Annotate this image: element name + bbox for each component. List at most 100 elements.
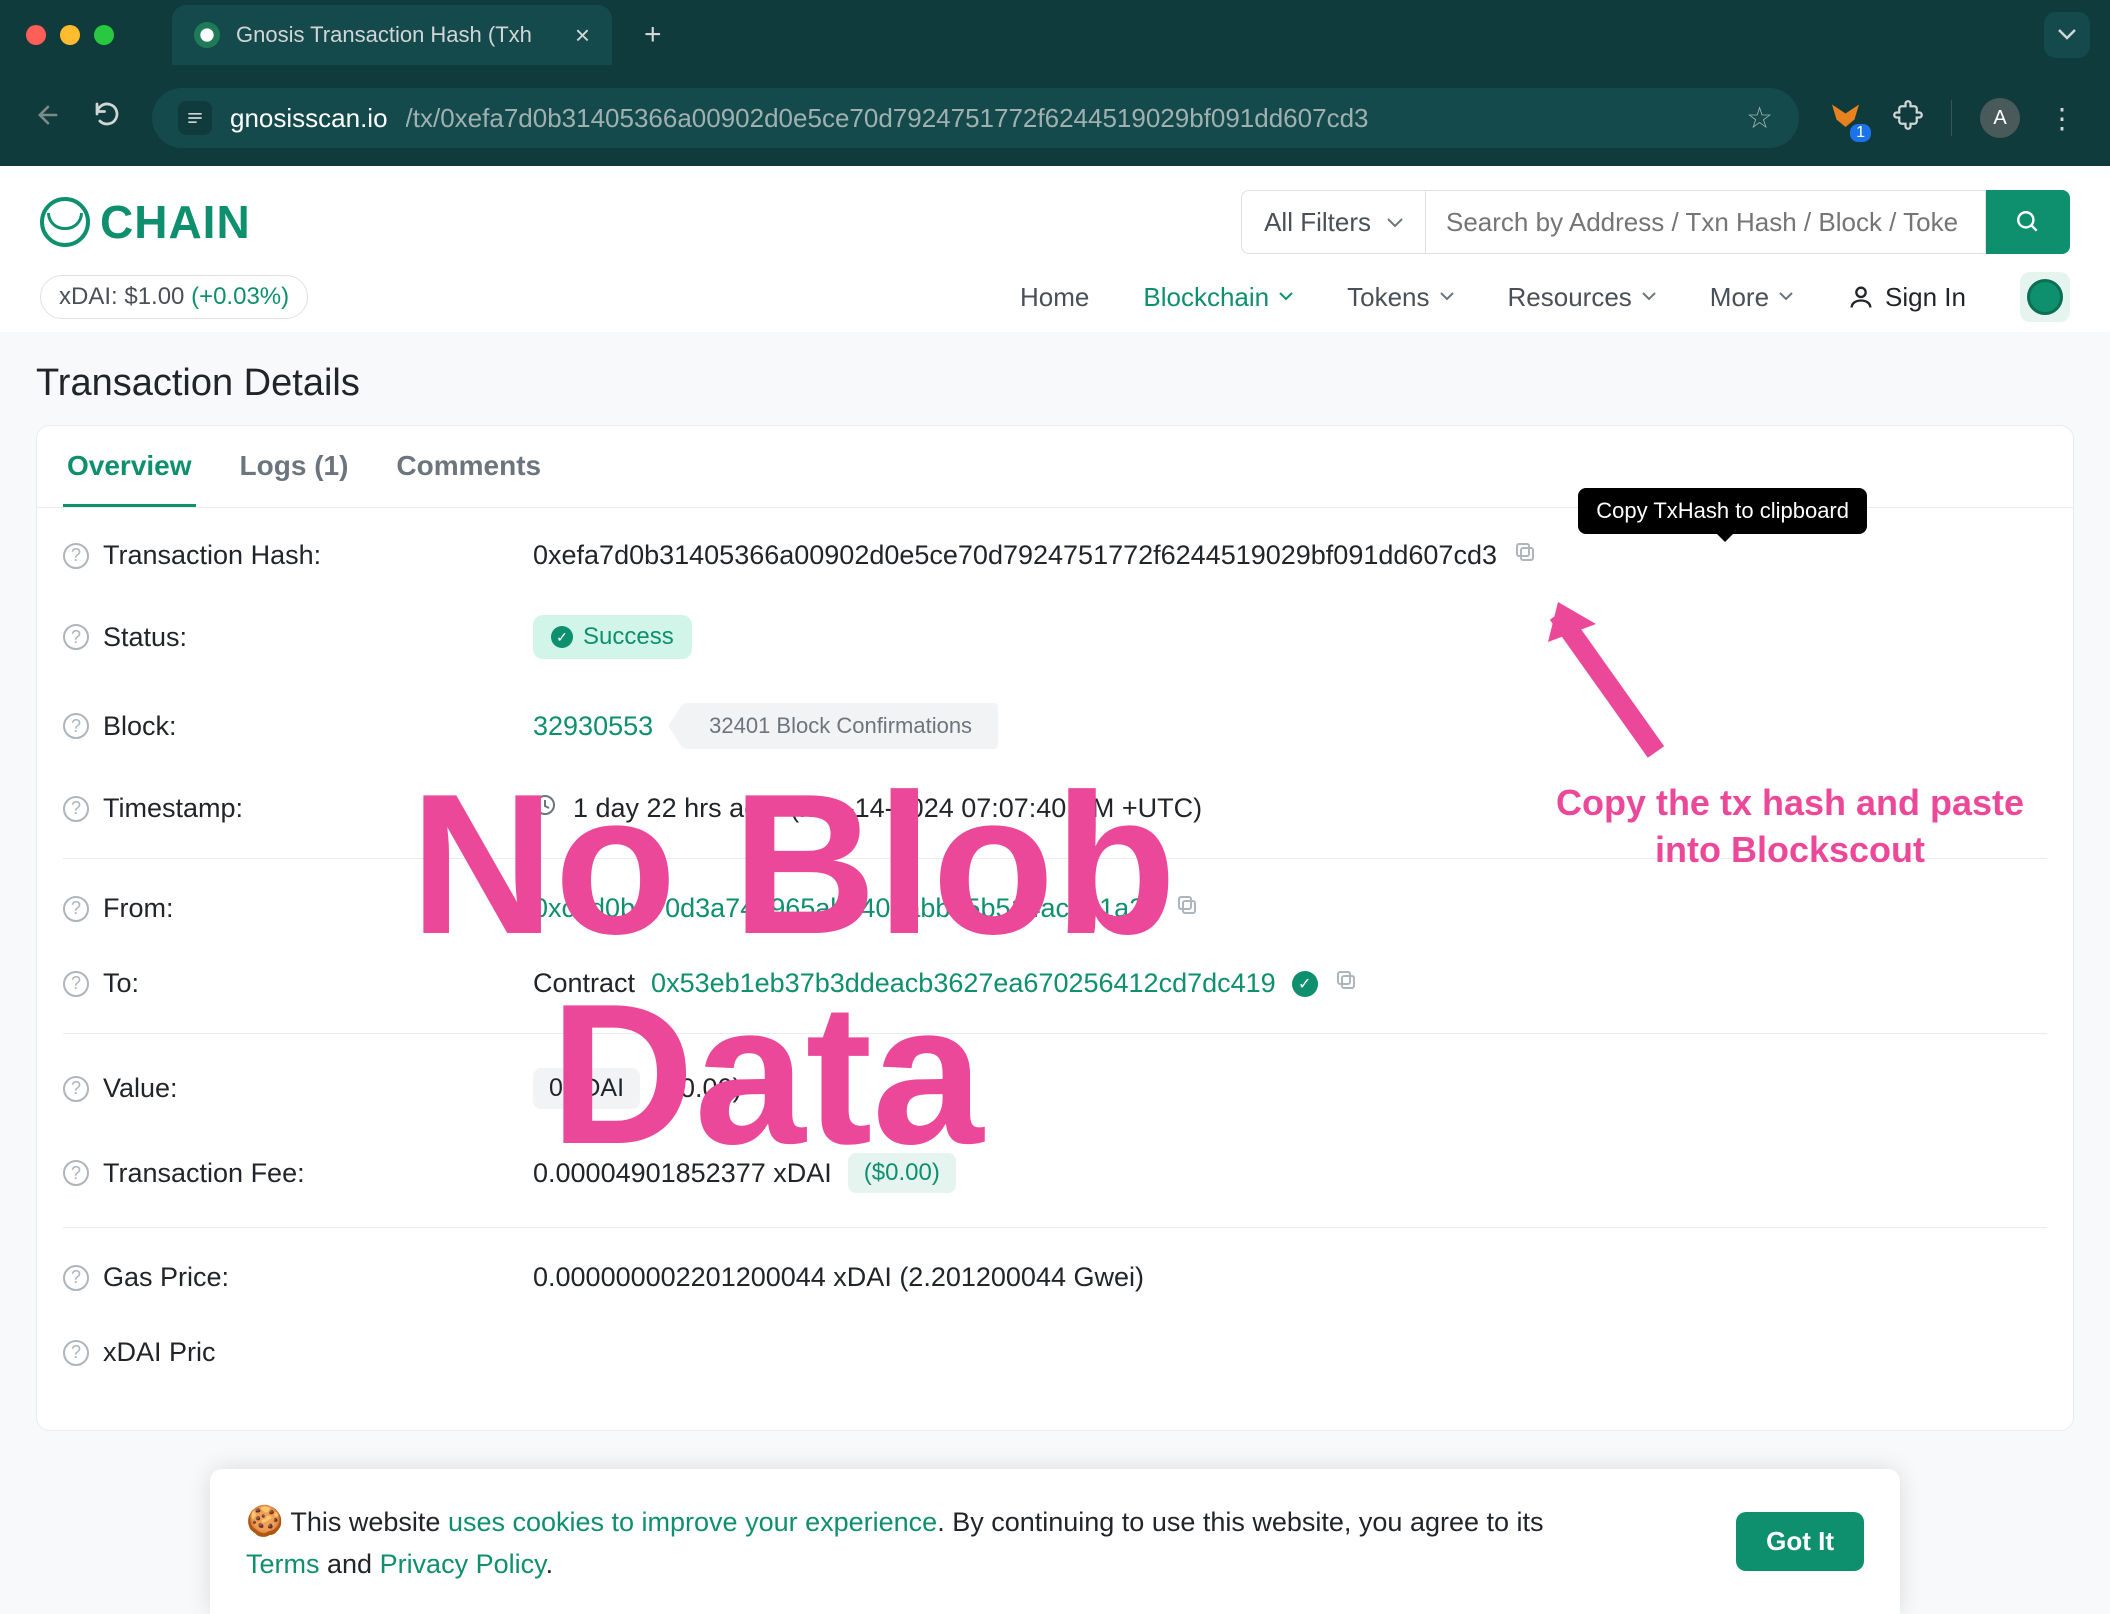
copy-tooltip: Copy TxHash to clipboard (1578, 488, 1867, 534)
nav-tokens[interactable]: Tokens (1347, 282, 1453, 313)
browser-extensions: 1 A ⋮ (1829, 98, 2076, 138)
nav-blockchain[interactable]: Blockchain (1143, 282, 1293, 313)
tab-overview[interactable]: Overview (63, 426, 196, 507)
row-timestamp: ?Timestamp: 1 day 22 hrs ago (Mar-14-202… (63, 771, 2047, 846)
network-switcher[interactable] (2020, 272, 2070, 322)
txfee-amount: 0.00004901852377 xDAI (533, 1158, 832, 1189)
window-close-icon[interactable] (26, 25, 46, 45)
cookie-link-experience[interactable]: uses cookies to improve your experience (448, 1507, 937, 1537)
tab-close-icon[interactable]: × (575, 20, 590, 51)
primary-nav: Home Blockchain Tokens Resources More (1020, 272, 2070, 322)
help-icon[interactable]: ? (63, 971, 89, 997)
site-logo[interactable]: CHAIN (40, 195, 251, 249)
row-from: ?From: 0xc4d0b370d3a740965ab7400abb85b51… (63, 871, 2047, 946)
copy-icon[interactable] (1175, 893, 1199, 924)
chevron-down-icon (1387, 212, 1403, 233)
window-max-icon[interactable] (94, 25, 114, 45)
help-icon[interactable]: ? (63, 713, 89, 739)
browser-tab[interactable]: Gnosis Transaction Hash (Txh × (172, 5, 612, 65)
help-icon[interactable]: ? (63, 1076, 89, 1102)
row-to: ?To: Contract 0x53eb1eb37b3ddeacb3627ea6… (63, 946, 2047, 1021)
cookie-accept-button[interactable]: Got It (1736, 1512, 1864, 1571)
page-title: Transaction Details (36, 362, 2074, 405)
copy-icon[interactable] (1513, 540, 1537, 571)
window-min-icon[interactable] (60, 25, 80, 45)
copy-icon[interactable] (1334, 968, 1358, 999)
to-prefix: Contract (533, 968, 635, 999)
from-address-link[interactable]: 0xc4d0b370d3a740965ab7400abb85b514ac0e1a… (533, 893, 1159, 924)
url-domain: gnosisscan.io (230, 103, 388, 134)
block-link[interactable]: 32930553 (533, 711, 653, 742)
help-icon[interactable]: ? (63, 1160, 89, 1186)
tab-favicon-icon (194, 22, 220, 48)
row-txfee: ?Transaction Fee: 0.00004901852377 xDAI … (63, 1131, 2047, 1215)
cookie-banner: 🍪 This website uses cookies to improve y… (210, 1469, 1900, 1614)
help-icon[interactable]: ? (63, 1340, 89, 1366)
browser-menu-icon[interactable]: ⋮ (2048, 102, 2076, 135)
price-pct: (+0.03%) (191, 283, 289, 310)
nav-reload-icon[interactable] (92, 99, 122, 137)
url-input[interactable]: gnosisscan.io/tx/0xefa7d0b31405366a00902… (152, 88, 1799, 148)
cookie-link-terms[interactable]: Terms (246, 1549, 320, 1579)
new-tab-icon[interactable]: + (644, 18, 662, 52)
chevron-down-icon (1779, 288, 1793, 306)
browser-tab-bar: Gnosis Transaction Hash (Txh × + (0, 0, 2110, 70)
gasprice-value: 0.000000002201200044 xDAI (2.201200044 G… (533, 1262, 1144, 1293)
bookmark-star-icon[interactable]: ☆ (1746, 101, 1773, 136)
status-badge: ✓ Success (533, 615, 692, 659)
cookie-text: 🍪 This website uses cookies to improve y… (246, 1499, 1696, 1585)
to-address-link[interactable]: 0x53eb1eb37b3ddeacb3627ea670256412cd7dc4… (651, 968, 1276, 999)
xdai-price-pill[interactable]: xDAI: $1.00 (+0.03%) (40, 275, 308, 319)
tab-comments[interactable]: Comments (392, 426, 545, 507)
search-icon (2015, 209, 2041, 235)
txhash-value: 0xefa7d0b31405366a00902d0e5ce70d79247517… (533, 540, 1497, 571)
divider (63, 1227, 2047, 1228)
verified-icon: ✓ (1292, 971, 1318, 997)
filter-label: All Filters (1264, 207, 1371, 238)
site-info-icon[interactable] (178, 101, 212, 135)
row-xdaiprice: ?xDAI Pric (63, 1315, 2047, 1390)
tab-overflow-icon[interactable] (2044, 12, 2090, 58)
help-icon[interactable]: ? (63, 624, 89, 650)
nav-home[interactable]: Home (1020, 282, 1089, 313)
cookie-link-privacy[interactable]: Privacy Policy (380, 1549, 546, 1579)
network-icon (2027, 279, 2063, 315)
timestamp-abs: (Mar-14-2024 07:07:40 PM +UTC) (790, 793, 1202, 824)
search-filter-dropdown[interactable]: All Filters (1241, 190, 1426, 254)
browser-chrome: Gnosis Transaction Hash (Txh × + gnosiss… (0, 0, 2110, 166)
help-icon[interactable]: ? (63, 543, 89, 569)
txfee-usd: ($0.00) (848, 1153, 956, 1193)
row-value: ?Value: 0 xDAI ($0.00) (63, 1046, 2047, 1131)
page-body: CHAIN All Filters xDAI: $1.00 (+0.03%) (0, 166, 2110, 1461)
cookie-icon: 🍪 (246, 1505, 283, 1538)
logo-text: CHAIN (100, 195, 251, 249)
chevron-down-icon (1642, 288, 1656, 306)
search-input[interactable] (1426, 190, 1986, 254)
window-traffic-lights (26, 25, 114, 45)
tab-logs[interactable]: Logs (1) (236, 426, 353, 507)
user-icon (1847, 283, 1875, 311)
main-content: Transaction Details Overview Logs (1) Co… (0, 332, 2110, 1461)
site-header: CHAIN All Filters xDAI: $1.00 (+0.03%) (0, 166, 2110, 332)
ext-badge: 1 (1850, 124, 1871, 142)
nav-more[interactable]: More (1710, 282, 1793, 313)
tx-details: Copy TxHash to clipboard ?Transaction Ha… (37, 508, 2073, 1430)
browser-address-bar: gnosisscan.io/tx/0xefa7d0b31405366a00902… (0, 70, 2110, 166)
nav-back-icon[interactable] (34, 100, 62, 137)
search-button[interactable] (1986, 190, 2070, 254)
help-icon[interactable]: ? (63, 896, 89, 922)
check-icon: ✓ (551, 626, 573, 648)
help-icon[interactable]: ? (63, 1265, 89, 1291)
signin-button[interactable]: Sign In (1847, 282, 1966, 313)
profile-avatar[interactable]: A (1980, 98, 2020, 138)
search-wrap: All Filters (1241, 190, 2070, 254)
extensions-icon[interactable] (1893, 100, 1923, 137)
chevron-down-icon (1279, 288, 1293, 306)
metamask-ext-icon[interactable]: 1 (1829, 100, 1865, 136)
chevron-down-icon (1440, 288, 1454, 306)
row-block: ?Block: 32930553 32401 Block Confirmatio… (63, 681, 2047, 771)
nav-resources[interactable]: Resources (1508, 282, 1656, 313)
tab-title: Gnosis Transaction Hash (Txh (236, 22, 559, 48)
help-icon[interactable]: ? (63, 796, 89, 822)
row-status: ?Status: ✓ Success (63, 593, 2047, 681)
